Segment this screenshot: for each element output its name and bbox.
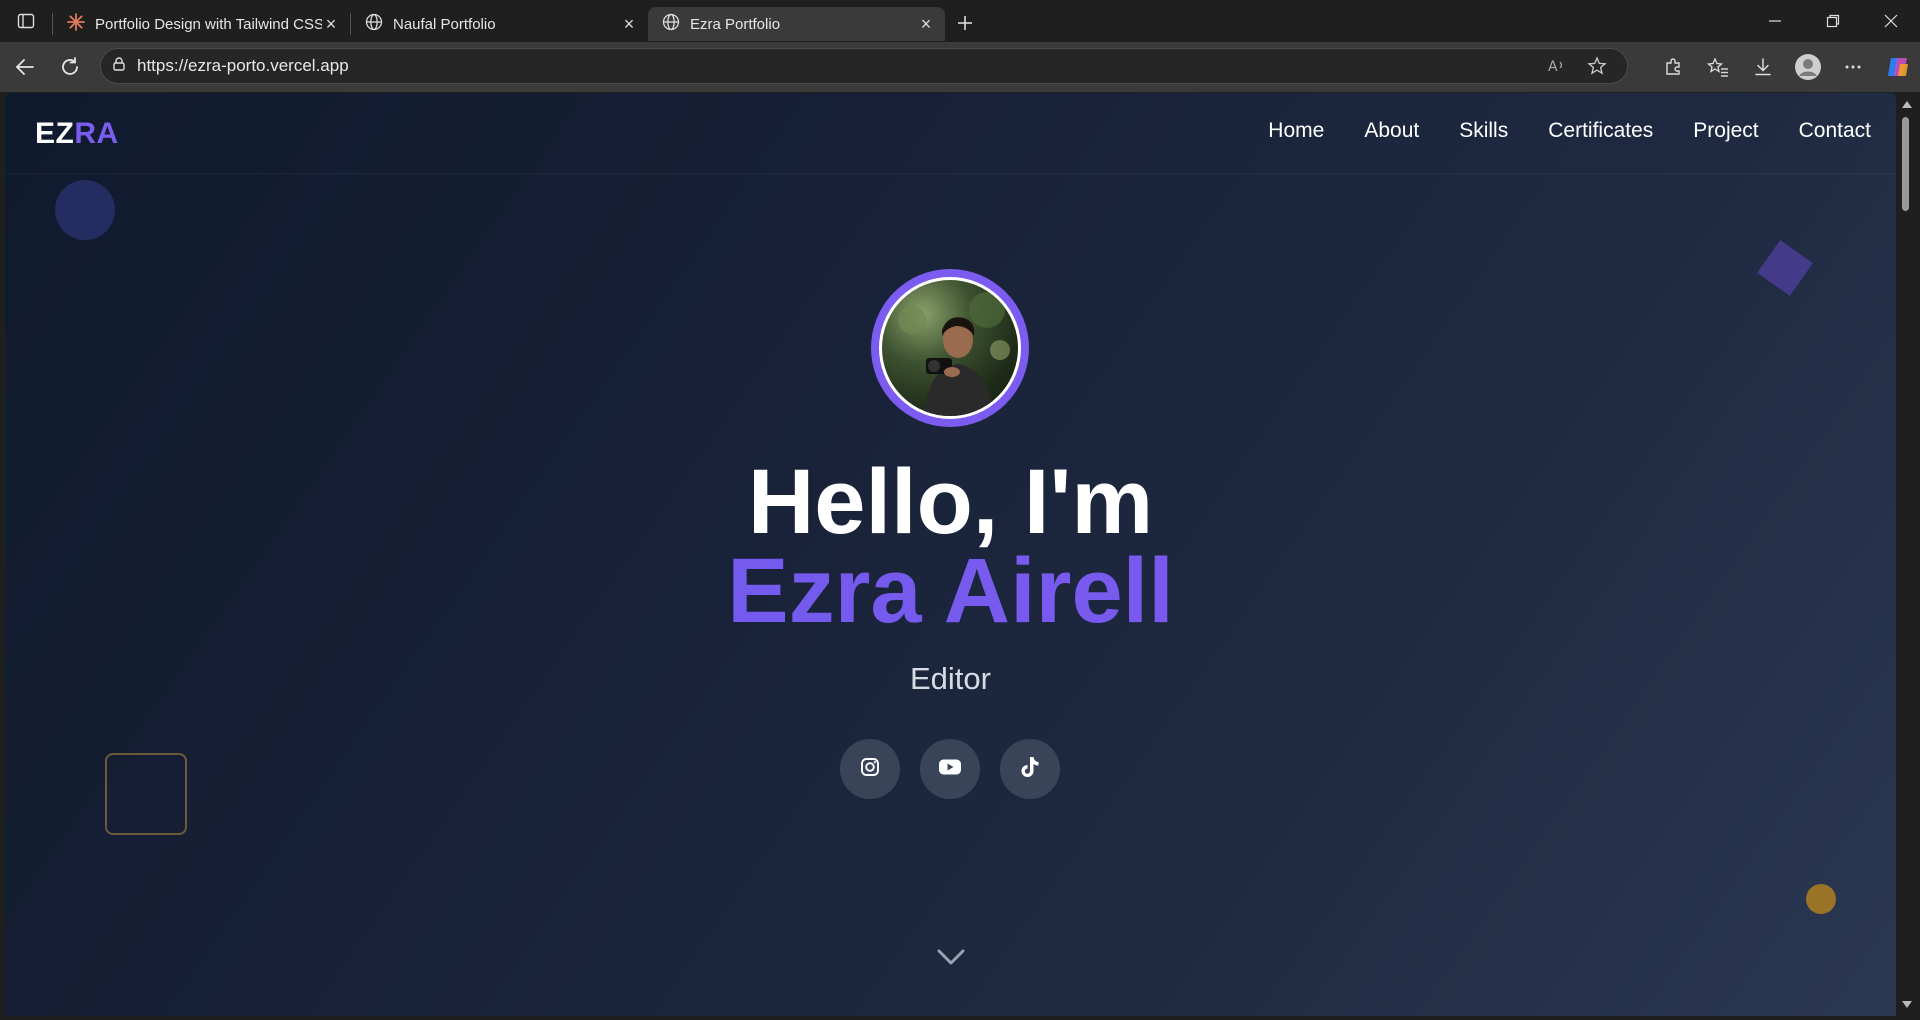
close-window-icon[interactable] — [1862, 0, 1920, 42]
favorites-list-icon[interactable] — [1695, 47, 1740, 87]
address-bar[interactable]: https://ezra-porto.vercel.app A — [100, 48, 1628, 84]
extensions-puzzle-icon[interactable] — [1650, 47, 1695, 87]
scroll-down-chevron-icon[interactable] — [936, 948, 966, 971]
new-tab-plus-icon[interactable] — [945, 6, 985, 40]
back-arrow-icon[interactable] — [2, 47, 47, 87]
more-options-icon[interactable] — [1830, 47, 1875, 87]
nav-link-contact[interactable]: Contact — [1799, 119, 1871, 143]
profile-avatar-icon[interactable] — [1785, 47, 1830, 87]
sidebar-toggle-icon[interactable] — [0, 0, 52, 42]
tab-ezra-portfolio[interactable]: Ezra Portfolio × — [648, 7, 945, 41]
nav-link-project[interactable]: Project — [1693, 119, 1758, 143]
scroll-up-arrow-icon[interactable] — [1902, 101, 1912, 108]
decorative-circle — [55, 180, 115, 240]
profile-photo — [879, 277, 1021, 419]
copilot-icon[interactable] — [1875, 47, 1920, 87]
profile-photo-illustration — [898, 292, 1010, 416]
scroll-down-arrow-icon[interactable] — [1902, 1001, 1912, 1008]
hero-role: Editor — [910, 661, 991, 696]
tiktok-icon — [1020, 756, 1040, 783]
minimize-icon[interactable] — [1746, 0, 1804, 42]
tab-title: Naufal Portfolio — [393, 15, 496, 33]
hero-name: Ezra Airell — [5, 545, 1896, 637]
downloads-icon[interactable] — [1740, 47, 1785, 87]
logo-part2: RA — [74, 117, 119, 150]
social-links — [840, 739, 1060, 799]
page-viewport: EZRA Home About Skills Certificates Proj… — [5, 93, 1896, 1016]
refresh-icon[interactable] — [47, 47, 92, 87]
instagram-icon — [860, 757, 880, 782]
decorative-square-outline — [105, 753, 187, 835]
favorite-star-icon[interactable] — [1577, 56, 1617, 76]
close-icon[interactable]: × — [917, 14, 935, 34]
nav-link-certificates[interactable]: Certificates — [1548, 119, 1653, 143]
tab-title: Ezra Portfolio — [690, 15, 781, 33]
nav-link-about[interactable]: About — [1364, 119, 1419, 143]
tab-title: Portfolio Design with Tailwind CSS — [95, 15, 322, 33]
main-menu: Home About Skills Certificates Project C… — [1268, 119, 1871, 143]
logo-part1: EZ — [35, 117, 75, 150]
svg-text:A: A — [1548, 59, 1558, 75]
tiktok-button[interactable] — [1000, 739, 1060, 799]
instagram-button[interactable] — [840, 739, 900, 799]
youtube-button[interactable] — [920, 739, 980, 799]
url-text[interactable]: https://ezra-porto.vercel.app — [137, 56, 1537, 76]
tab-portfolio-design[interactable]: Portfolio Design with Tailwind CSS × — [53, 7, 350, 41]
browser-tools — [1650, 42, 1920, 92]
scrollbar-thumb[interactable] — [1902, 117, 1909, 211]
restore-icon[interactable] — [1804, 0, 1862, 42]
decorative-dot — [1806, 884, 1836, 914]
site-navbar: EZRA Home About Skills Certificates Proj… — [5, 93, 1896, 174]
profile-photo-ring — [871, 269, 1029, 427]
site-logo[interactable]: EZRA — [35, 117, 119, 151]
nav-link-skills[interactable]: Skills — [1459, 119, 1508, 143]
browser-toolbar: https://ezra-porto.vercel.app A — [0, 42, 1920, 92]
globe-icon — [365, 13, 383, 35]
close-icon[interactable]: × — [322, 14, 340, 34]
close-icon[interactable]: × — [620, 14, 638, 34]
globe-icon — [662, 13, 680, 35]
read-aloud-icon[interactable]: A — [1537, 56, 1577, 76]
browser-tab-bar: Portfolio Design with Tailwind CSS × Nau… — [0, 0, 1920, 42]
window-controls — [1746, 0, 1920, 42]
hero-greeting: Hello, I'm — [747, 451, 1154, 553]
decorative-diamond — [1757, 240, 1813, 296]
nav-link-home[interactable]: Home — [1268, 119, 1324, 143]
youtube-icon — [938, 758, 962, 781]
sparkle-icon — [67, 13, 85, 35]
site-info-lock-icon[interactable] — [111, 56, 127, 77]
page-scrollbar[interactable] — [1896, 93, 1915, 1016]
tab-naufal-portfolio[interactable]: Naufal Portfolio × — [351, 7, 648, 41]
